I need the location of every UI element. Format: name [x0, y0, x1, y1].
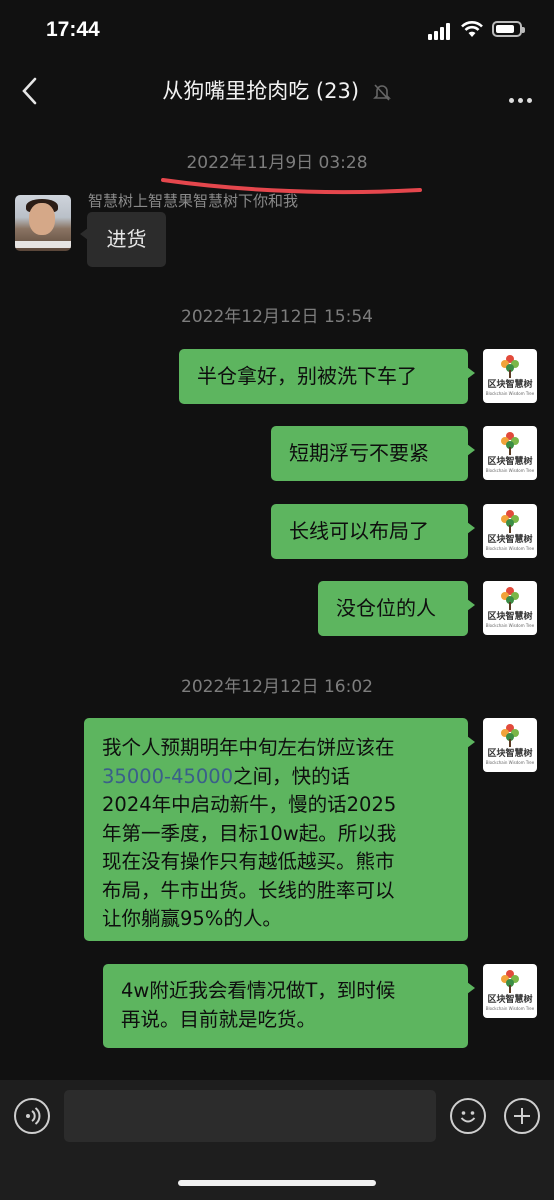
- tree-logo-icon: [501, 970, 519, 993]
- brand-avatar[interactable]: 区块智慧树 Blockchain Wisdom Tree: [483, 349, 537, 403]
- message-line: 我个人预期明年中旬左右饼应该在: [102, 736, 395, 759]
- tree-logo-icon: [501, 510, 519, 533]
- more-actions-button[interactable]: [504, 1098, 540, 1134]
- message-line: 2024年中启动新牛，慢的话2025: [102, 793, 397, 816]
- outgoing-message-bubble[interactable]: 我个人预期明年中旬左右饼应该在 35000-45000之间，快的话 2024年中…: [84, 718, 475, 941]
- voice-icon: [26, 1107, 41, 1125]
- sender-avatar[interactable]: [15, 195, 71, 251]
- more-options-icon[interactable]: [505, 88, 532, 107]
- outgoing-message-bubble[interactable]: 长线可以布局了: [271, 504, 475, 559]
- input-bar: [0, 1080, 554, 1200]
- outgoing-message-bubble[interactable]: 没仓位的人: [318, 581, 475, 636]
- message-line: 年第一季度，目标10w起。所以我: [102, 821, 397, 845]
- tree-logo-icon: [501, 587, 519, 610]
- plus-icon: [514, 1108, 530, 1124]
- outgoing-message-bubble[interactable]: 半仓拿好，别被洗下车了: [179, 349, 475, 404]
- tree-logo-icon: [501, 724, 519, 747]
- number-link[interactable]: 35000-45000: [102, 765, 233, 788]
- smiley-icon: [460, 1111, 476, 1123]
- message-line: 让你躺赢95%的人。: [102, 907, 282, 930]
- outgoing-message-bubble[interactable]: 短期浮亏不要紧: [271, 426, 475, 481]
- brand-avatar[interactable]: 区块智慧树 Blockchain Wisdom Tree: [483, 718, 537, 772]
- brand-avatar[interactable]: 区块智慧树 Blockchain Wisdom Tree: [483, 426, 537, 480]
- group-name: 从狗嘴里抢肉吃 (23): [162, 79, 360, 103]
- message-text: 短期浮亏不要紧: [289, 441, 429, 465]
- message-timestamp: 2022年11月9日 03:28: [186, 153, 368, 173]
- message-timestamp: 2022年12月12日 16:02: [181, 677, 373, 697]
- message-line: 再说。目前就是吃货。: [121, 1007, 317, 1031]
- incoming-message-bubble[interactable]: 进货: [80, 212, 166, 267]
- brand-avatar[interactable]: 区块智慧树 Blockchain Wisdom Tree: [483, 504, 537, 558]
- brand-avatar[interactable]: 区块智慧树 Blockchain Wisdom Tree: [483, 581, 537, 635]
- sender-name: 智慧树上智慧果智慧树下你和我: [88, 192, 299, 210]
- battery-icon: [492, 21, 525, 37]
- status-time: 17:44: [46, 18, 100, 41]
- message-line: 布局，牛市出货。长线的胜率可以: [102, 878, 395, 902]
- chat-title: 从狗嘴里抢肉吃 (23): [0, 75, 554, 105]
- message-text: 半仓拿好，别被洗下车了: [197, 364, 417, 388]
- status-bar: 17:44: [0, 0, 554, 62]
- message-line: 4w附近我会看情况做T，到时候: [121, 979, 396, 1002]
- emoji-button[interactable]: [450, 1098, 486, 1134]
- home-indicator: [178, 1180, 376, 1186]
- wifi-icon: [461, 21, 483, 37]
- tree-logo-icon: [501, 432, 519, 455]
- message-line: 35000-45000之间，快的话: [102, 764, 351, 788]
- message-input[interactable]: [64, 1090, 436, 1142]
- message-timestamp: 2022年12月12日 15:54: [181, 307, 373, 327]
- message-text: 进货: [106, 227, 147, 251]
- tree-logo-icon: [501, 355, 519, 378]
- message-line: 现在没有操作只有越低越买。熊市: [102, 850, 395, 873]
- cellular-signal-icon: [428, 22, 454, 40]
- voice-input-button[interactable]: [14, 1098, 50, 1134]
- chat-header: 从狗嘴里抢肉吃 (23): [0, 62, 554, 120]
- outgoing-message-bubble[interactable]: 4w附近我会看情况做T，到时候 再说。目前就是吃货。: [103, 964, 475, 1048]
- message-text: 没仓位的人: [336, 596, 436, 620]
- mute-bell-icon: [372, 84, 391, 101]
- brand-avatar[interactable]: 区块智慧树 Blockchain Wisdom Tree: [483, 964, 537, 1018]
- message-text: 长线可以布局了: [289, 519, 429, 543]
